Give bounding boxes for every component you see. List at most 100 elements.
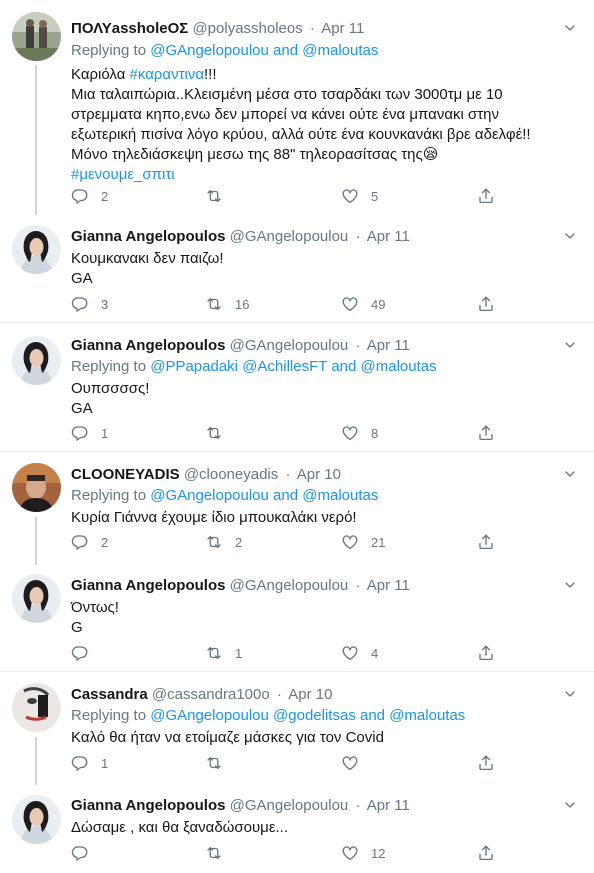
tweet-clooneyadis[interactable]: CLOONEYADIS @clooneyadis · Apr 10 Replyi… [0,452,594,565]
like-button[interactable]: 21 [341,532,385,552]
avatar[interactable] [12,12,61,61]
share-button[interactable] [477,186,495,206]
avatar[interactable] [12,795,61,844]
mention-link[interactable]: @GAngelopoulou [150,42,269,59]
share-icon [477,295,495,313]
display-name[interactable]: CLOONEYADIS [71,466,180,483]
share-icon [477,187,495,205]
tweet-date[interactable]: Apr 11 [367,577,410,594]
avatar[interactable] [12,683,61,732]
retweet-button[interactable] [205,843,235,863]
chevron-down-icon[interactable] [562,686,578,702]
tweet-date[interactable]: Apr 11 [321,20,364,37]
tweet-date[interactable]: Apr 10 [288,686,332,703]
mention-and[interactable]: and [360,707,385,724]
avatar[interactable] [12,336,61,385]
like-button[interactable]: 8 [341,423,378,443]
user-handle[interactable]: @polyassholeos [192,20,302,37]
share-button[interactable] [477,423,495,443]
like-button[interactable]: 49 [341,294,385,314]
mention-link[interactable]: @maloutas [302,487,378,504]
like-button[interactable]: 5 [341,186,378,206]
mention-link[interactable]: @GAngelopoulou [150,487,269,504]
thread-line [35,65,37,215]
mention-link[interactable]: @GAngelopoulou [150,707,269,724]
share-button[interactable] [477,843,495,863]
mention-link[interactable]: @AchillesFT [242,358,327,375]
tweet-date[interactable]: Apr 10 [297,466,341,483]
share-button[interactable] [477,753,495,773]
user-handle[interactable]: @GAngelopoulou [230,797,349,814]
tweet-gianna-1[interactable]: Gianna Angelopoulos @GAngelopoulou · Apr… [0,212,594,323]
tweet-cassandra[interactable]: Cassandra @cassandra100o · Apr 10 Replyi… [0,672,594,785]
mention-link[interactable]: @maloutas [389,707,465,724]
tweet-gianna-3[interactable]: Gianna Angelopoulos @GAngelopoulou · Apr… [0,561,594,672]
avatar[interactable] [12,574,61,623]
tweet-gianna-2[interactable]: Gianna Angelopoulos @GAngelopoulou · Apr… [0,323,594,452]
mention-link[interactable]: @PPapadaki [150,358,238,375]
avatar[interactable] [12,463,61,512]
mention-link[interactable]: @godelitsas [273,707,356,724]
chevron-down-icon[interactable] [562,337,578,353]
tweet-header: Cassandra @cassandra100o · Apr 10 [71,686,554,706]
tweet-date[interactable]: Apr 11 [367,228,410,245]
like-button[interactable]: 4 [341,643,378,663]
user-handle[interactable]: @clooneyadis [184,466,278,483]
share-button[interactable] [477,532,495,552]
reply-button[interactable] [71,643,101,663]
chevron-down-icon[interactable] [562,228,578,244]
hashtag-link[interactable]: #μενουμε_σπιτι [71,166,175,183]
display-name[interactable]: Cassandra [71,686,148,703]
mention-and[interactable]: and [273,487,298,504]
retweet-button[interactable] [205,186,235,206]
mention-and[interactable]: and [273,42,298,59]
tweet-text: Ουπσσσσς! GA [71,379,576,419]
tweet-polyassholeos[interactable]: ΠΟΛΥassholeΟΣ @polyassholeos · Apr 11 Re… [0,0,594,215]
like-button[interactable] [341,753,371,773]
separator-dot: · [276,686,282,703]
like-icon [341,644,359,662]
display-name[interactable]: Gianna Angelopoulos [71,797,225,814]
retweet-icon [205,644,223,662]
reply-button[interactable]: 1 [71,423,108,443]
reply-button[interactable]: 3 [71,294,108,314]
retweet-button[interactable]: 2 [205,532,242,552]
user-handle[interactable]: @GAngelopoulou [230,337,349,354]
mention-link[interactable]: @maloutas [302,42,378,59]
mention-link[interactable]: @maloutas [361,358,437,375]
reply-count: 1 [101,425,109,441]
user-handle[interactable]: @cassandra100o [152,686,270,703]
retweet-button[interactable]: 1 [205,643,242,663]
reply-button[interactable]: 1 [71,753,108,773]
retweet-button[interactable]: 16 [205,294,249,314]
reply-button[interactable] [71,843,101,863]
share-button[interactable] [477,294,495,314]
hashtag-link[interactable]: #καραντινα [130,66,204,83]
tweet-gianna-4[interactable]: Gianna Angelopoulos @GAngelopoulou · Apr… [0,782,594,873]
retweet-count: 16 [235,296,250,312]
chevron-down-icon[interactable] [562,466,578,482]
chevron-down-icon[interactable] [562,797,578,813]
display-name[interactable]: Gianna Angelopoulos [71,337,225,354]
reply-button[interactable]: 2 [71,532,108,552]
display-name[interactable]: Gianna Angelopoulos [71,577,225,594]
chevron-down-icon[interactable] [562,577,578,593]
tweet-date[interactable]: Apr 11 [367,797,410,814]
share-icon [477,754,495,772]
chevron-down-icon[interactable] [562,20,578,36]
like-button[interactable]: 12 [341,843,385,863]
share-button[interactable] [477,643,495,663]
mention-and[interactable]: and [331,358,356,375]
tweet-date[interactable]: Apr 11 [367,337,410,354]
avatar[interactable] [12,225,61,274]
user-handle[interactable]: @GAngelopoulou [230,577,349,594]
text-line: Καλό θα ήταν να ετοίμαζε μάσκες για τον … [71,729,384,746]
retweet-button[interactable] [205,753,235,773]
display-name[interactable]: Gianna Angelopoulos [71,228,225,245]
user-handle[interactable]: @GAngelopoulou [230,228,349,245]
display-name[interactable]: ΠΟΛΥassholeΟΣ [71,20,188,37]
reply-button[interactable]: 2 [71,186,108,206]
retweet-button[interactable] [205,423,235,443]
separator-dot: · [355,228,361,245]
text-line: Ουπσσσσς! [71,380,150,397]
